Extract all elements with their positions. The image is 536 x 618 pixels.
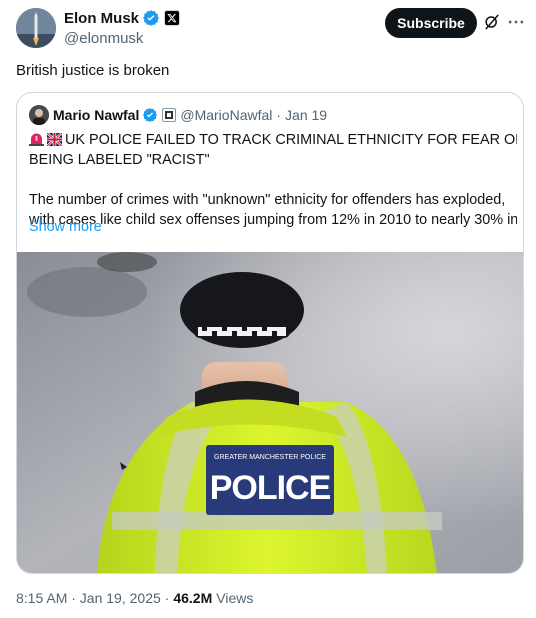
verified-badge-icon [143, 108, 158, 122]
quote-headline-line-2: BEING LABELED "RACIST" [29, 152, 210, 168]
post-meta: 8:15 AM · Jan 19, 2025 · 46.2M Views [16, 590, 253, 606]
views-count: 46.2M [173, 590, 213, 606]
author-block: Elon Musk @elonmusk [64, 8, 181, 47]
quote-body: UK POLICE FAILED TO TRACK CRIMINAL ETHNI… [29, 130, 517, 230]
quote-author-avatar[interactable] [29, 105, 49, 125]
quote-author-handle[interactable]: @MarioNawfal [180, 107, 272, 123]
uk-flag-icon [47, 133, 62, 146]
quote-image[interactable]: GREATER MANCHESTER POLICE POLICE [17, 252, 523, 573]
police-light-icon [29, 133, 44, 146]
grok-icon[interactable] [482, 12, 502, 32]
show-more-link[interactable]: Show more [29, 219, 102, 235]
views-label: Views [216, 590, 254, 606]
post-text: British justice is broken [16, 62, 170, 79]
quote-header: Mario Nawfal @MarioNawfal · Jan 19 [29, 105, 327, 125]
author-handle[interactable]: @elonmusk [64, 30, 180, 47]
quote-body-line-1: The number of crimes with "unknown" ethn… [29, 192, 506, 208]
verified-badge-icon [143, 10, 159, 26]
quoted-post[interactable]: Mario Nawfal @MarioNawfal · Jan 19 UK PO… [16, 92, 524, 574]
quote-date[interactable]: Jan 19 [285, 107, 327, 123]
vest-small-text: GREATER MANCHESTER POLICE [214, 454, 326, 461]
affiliation-badge-icon[interactable] [162, 108, 177, 122]
more-icon[interactable] [506, 12, 526, 32]
x-logo-icon[interactable] [164, 10, 181, 26]
quote-paragraph-gap [29, 170, 517, 190]
quote-headline-line-1: UK POLICE FAILED TO TRACK CRIMINAL ETHNI… [29, 130, 517, 150]
quote-author-name[interactable]: Mario Nawfal [53, 107, 139, 123]
vest-police-text: POLICE [210, 469, 331, 507]
quote-separator: · [276, 107, 282, 123]
author-name[interactable]: Elon Musk [64, 10, 139, 27]
post: Elon Musk @elonmusk Subscribe British ju… [0, 0, 536, 618]
author-avatar[interactable] [16, 8, 56, 48]
quote-headline-text-1: UK POLICE FAILED TO TRACK CRIMINAL ETHNI… [65, 132, 517, 148]
subscribe-button[interactable]: Subscribe [385, 8, 477, 38]
post-timestamp[interactable]: 8:15 AM · Jan 19, 2025 · [16, 590, 169, 606]
quote-body-line-2: with cases like child sex offenses jumpi… [29, 212, 517, 228]
